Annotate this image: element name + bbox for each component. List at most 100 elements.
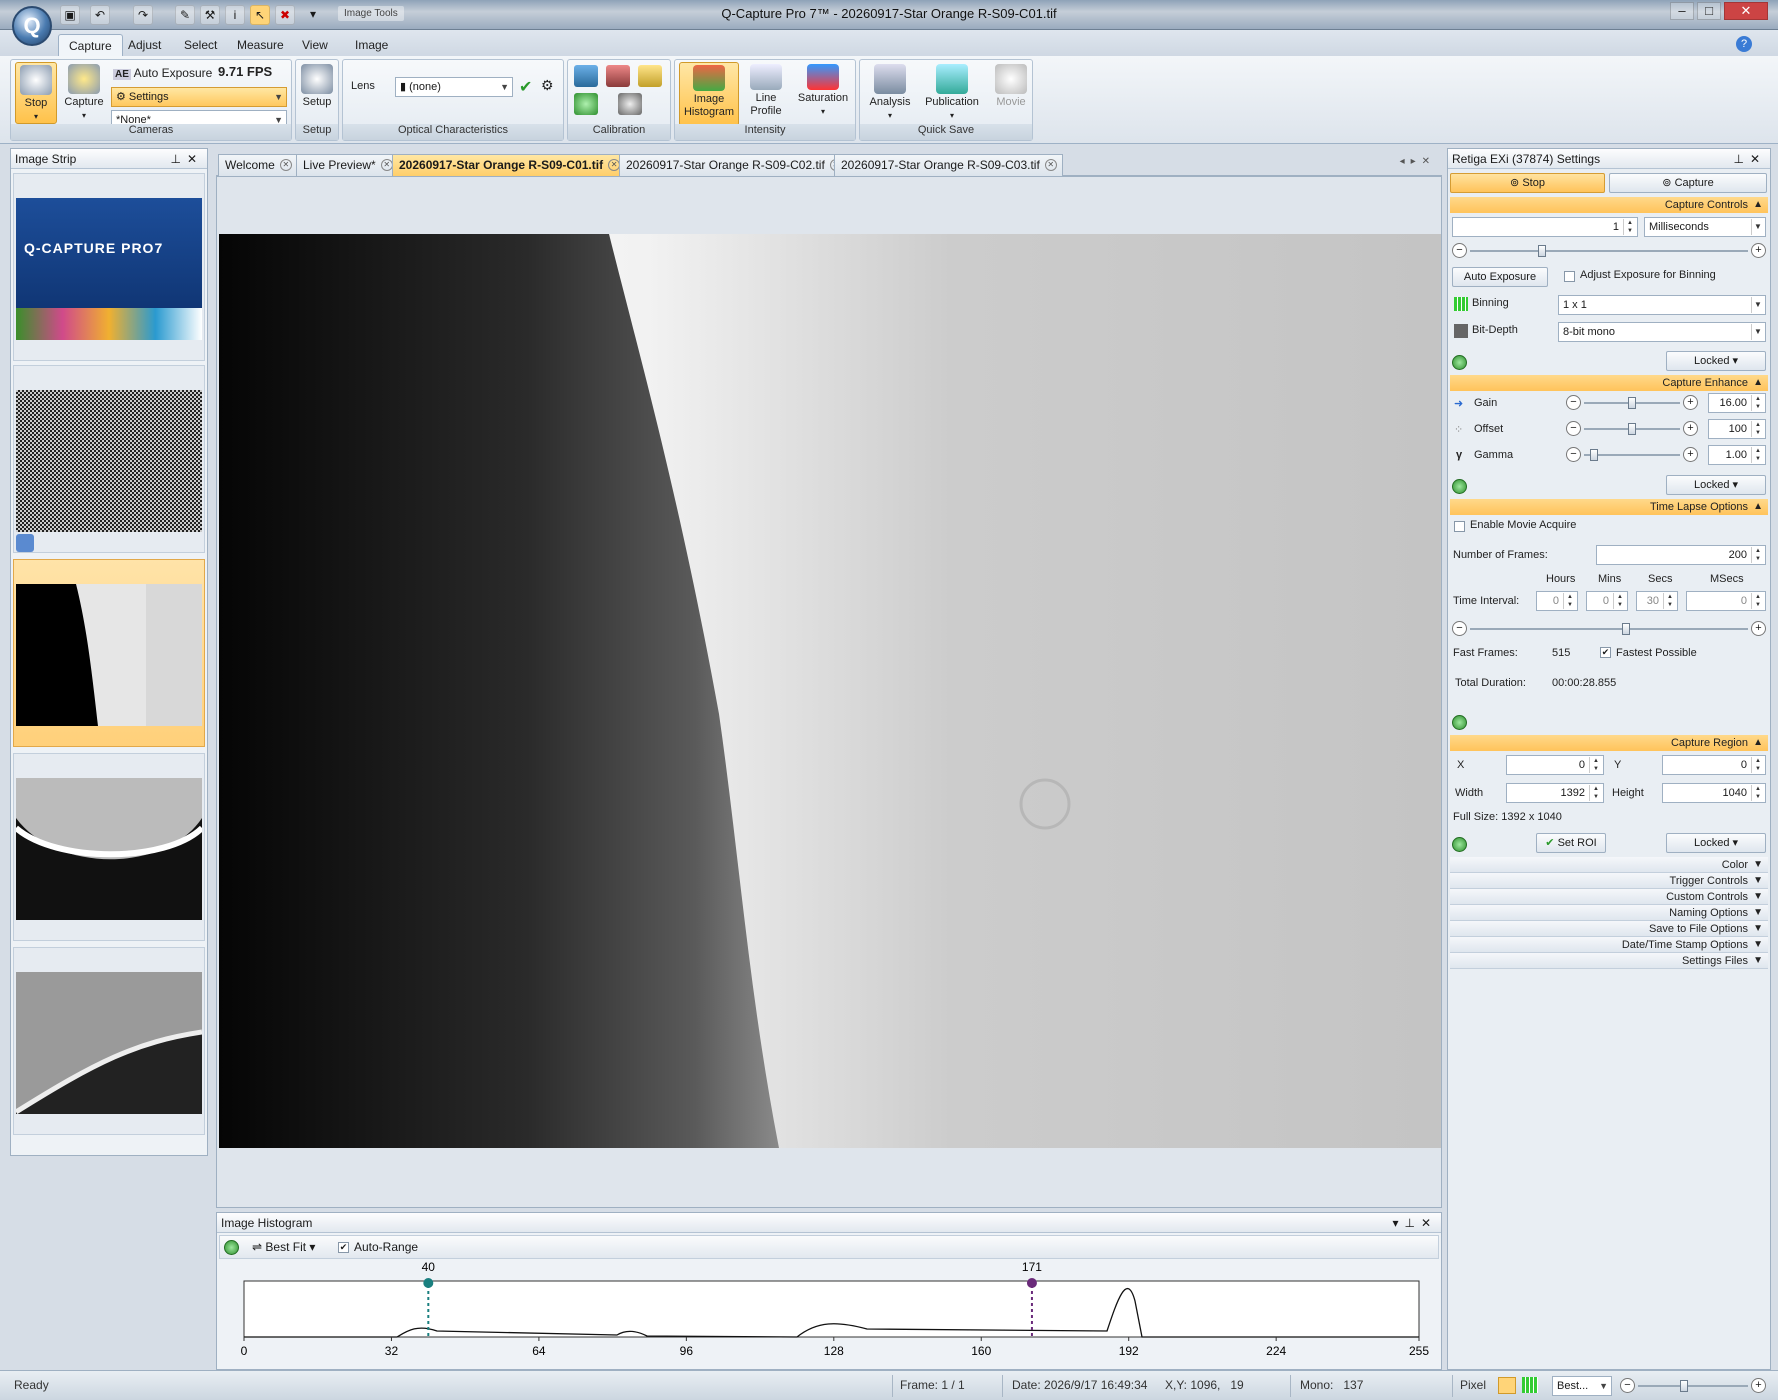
settings-dropdown[interactable]: ⚙ Settings ▼ (111, 87, 287, 107)
info-icon[interactable]: i (225, 5, 245, 25)
section-datetime-stamp[interactable]: Date/Time Stamp Options ▼ (1450, 937, 1768, 953)
image-view-icon[interactable] (1498, 1377, 1516, 1394)
num-frames-field[interactable]: 200 ▲ ▼ (1596, 545, 1766, 565)
slider-thumb[interactable] (1590, 449, 1598, 461)
spin-icon[interactable]: ▲ ▼ (1663, 593, 1676, 609)
zoom-dropdown[interactable]: Best... ▼ (1552, 1376, 1612, 1396)
slider-thumb[interactable] (1680, 1380, 1688, 1392)
pin-close-icons[interactable]: ⊥✕ (170, 149, 203, 169)
histogram-pin-close-icons[interactable]: ▾⊥✕ (1392, 1213, 1437, 1233)
tab-adjust[interactable]: Adjust (118, 34, 171, 56)
minus-icon[interactable]: − (1566, 395, 1581, 410)
spin-icon[interactable]: ▲ ▼ (1751, 757, 1764, 773)
gain-field[interactable]: 16.00 ▲ ▼ (1708, 393, 1766, 413)
set-roi-button[interactable]: ✔ Set ROI (1536, 833, 1606, 853)
histogram-chart[interactable]: 40 171 0 32 64 96 128 160 192 224 255 (217, 1261, 1441, 1369)
plus-icon[interactable]: + (1683, 395, 1698, 410)
time-interval-slider[interactable]: − + (1452, 621, 1766, 637)
tab-image-c02[interactable]: 20260917-Star Orange R-S09-C02.tif✕ (619, 154, 848, 176)
gamma-field[interactable]: 1.00 ▲ ▼ (1708, 445, 1766, 465)
brush-icon[interactable]: ✎ (175, 5, 195, 25)
calibration-camera-icon[interactable] (618, 93, 642, 115)
plus-icon[interactable]: + (1751, 243, 1766, 258)
lens-dropdown[interactable]: ▮ (none) ▼ (395, 77, 513, 97)
strip-item-4[interactable] (13, 753, 205, 941)
help-icon[interactable]: ? (1736, 36, 1752, 52)
calibration-icon-1[interactable] (574, 65, 598, 87)
close-tab-icon[interactable]: ✕ (1044, 159, 1057, 171)
spin-icon[interactable]: ▲ ▼ (1751, 447, 1764, 463)
plus-icon[interactable]: + (1683, 447, 1698, 462)
spin-icon[interactable]: ▲ ▼ (1751, 395, 1764, 411)
best-fit-button[interactable]: ⇌ Best Fit ▾ (252, 1240, 315, 1254)
movie-button[interactable]: Movie (988, 62, 1034, 124)
slider-thumb[interactable] (1628, 397, 1636, 409)
exposure-slider[interactable]: − + (1452, 243, 1766, 259)
tab-measure[interactable]: Measure (227, 34, 294, 56)
close-image-icon[interactable]: ✖ (275, 5, 295, 25)
close-icon[interactable]: ✕ (1724, 2, 1768, 20)
setup-button[interactable]: Setup (296, 62, 338, 124)
app-logo-button[interactable]: Q (12, 6, 52, 46)
minus-icon[interactable]: − (1566, 421, 1581, 436)
tab-live-preview[interactable]: Live Preview* ✕ (296, 154, 399, 176)
section-save-to-file[interactable]: Save to File Options ▼ (1450, 921, 1768, 937)
spin-icon[interactable]: ▲ ▼ (1563, 593, 1576, 609)
calibration-refresh-icon[interactable] (574, 93, 598, 115)
settings-capture-button[interactable]: ⊚ Capture (1609, 173, 1767, 193)
strip-item-5[interactable] (13, 947, 205, 1135)
calibration-icon-2[interactable] (606, 65, 630, 87)
minus-icon[interactable]: − (1452, 243, 1467, 258)
offset-slider[interactable]: − + (1566, 421, 1698, 437)
spin-icon[interactable]: ▲ ▼ (1613, 593, 1626, 609)
high-marker-handle[interactable] (1026, 1278, 1037, 1288)
section-custom-controls[interactable]: Custom Controls ▼ (1450, 889, 1768, 905)
analysis-button[interactable]: Analysis ▾ (864, 62, 916, 124)
spin-icon[interactable]: ▲ ▼ (1751, 785, 1764, 801)
offset-field[interactable]: 100 ▲ ▼ (1708, 419, 1766, 439)
tab-image[interactable]: Image (345, 34, 398, 56)
section-color[interactable]: Color ▼ (1450, 857, 1768, 873)
stop-button[interactable]: Stop ▾ (15, 62, 57, 124)
msecs-field[interactable]: 0 ▲ ▼ (1686, 591, 1766, 611)
tab-image-c03[interactable]: 20260917-Star Orange R-S09-C03.tif ✕ (834, 154, 1063, 176)
gear-settings-icon[interactable]: ⚙ (541, 77, 554, 94)
image-histogram-button[interactable]: Image Histogram (679, 62, 739, 126)
exposure-unit-dropdown[interactable]: Milliseconds ▼ (1644, 217, 1766, 237)
calibration-icon-3[interactable] (638, 65, 662, 87)
spin-icon[interactable]: ▲ ▼ (1623, 219, 1636, 235)
pointer-icon[interactable]: ↖ (250, 5, 270, 25)
grid-view-icon[interactable] (1522, 1377, 1538, 1393)
close-tab-icon[interactable]: ✕ (380, 159, 393, 171)
customize-qat-icon[interactable]: ▾ (303, 5, 323, 25)
undo-icon[interactable]: ↶ (90, 5, 110, 25)
close-tab-icon[interactable]: ✕ (279, 159, 292, 171)
save-icon[interactable]: ▣ (60, 5, 80, 25)
capture-button[interactable]: Capture ▾ (61, 62, 107, 124)
image-canvas[interactable] (219, 234, 1441, 1148)
spin-icon[interactable]: ▲ ▼ (1751, 421, 1764, 437)
line-profile-button[interactable]: Line Profile (743, 62, 789, 124)
slider-thumb[interactable] (1538, 245, 1546, 257)
refresh-icon[interactable] (1452, 355, 1467, 370)
refresh-icon[interactable] (1452, 715, 1467, 730)
width-field[interactable]: 1392 ▲ ▼ (1506, 783, 1604, 803)
secs-field[interactable]: 30 ▲ ▼ (1636, 591, 1678, 611)
locked-dropdown-3[interactable]: Locked ▾ (1666, 833, 1766, 853)
auto-exposure-settings-button[interactable]: Auto Exposure (1452, 267, 1548, 287)
slider-thumb[interactable] (1628, 423, 1636, 435)
section-trigger-controls[interactable]: Trigger Controls ▼ (1450, 873, 1768, 889)
hours-field[interactable]: 0 ▲ ▼ (1536, 591, 1578, 611)
section-settings-files[interactable]: Settings Files ▼ (1450, 953, 1768, 969)
spin-icon[interactable]: ▲ ▼ (1589, 757, 1602, 773)
tool-icon[interactable]: ⚒ (200, 5, 220, 25)
refresh-icon[interactable] (224, 1240, 239, 1255)
minus-icon[interactable]: − (1452, 621, 1467, 636)
bitdepth-dropdown[interactable]: 8-bit mono ▼ (1558, 322, 1766, 342)
redo-icon[interactable]: ↷ (133, 5, 153, 25)
strip-item-1[interactable]: Q-CAPTURE PRO7 (13, 173, 205, 361)
section-capture-controls[interactable]: Capture Controls ▲ (1450, 197, 1768, 213)
section-capture-region[interactable]: Capture Region ▲ (1450, 735, 1768, 751)
auto-range-checkbox[interactable]: ✔ (338, 1242, 349, 1253)
binning-dropdown[interactable]: 1 x 1 ▼ (1558, 295, 1766, 315)
